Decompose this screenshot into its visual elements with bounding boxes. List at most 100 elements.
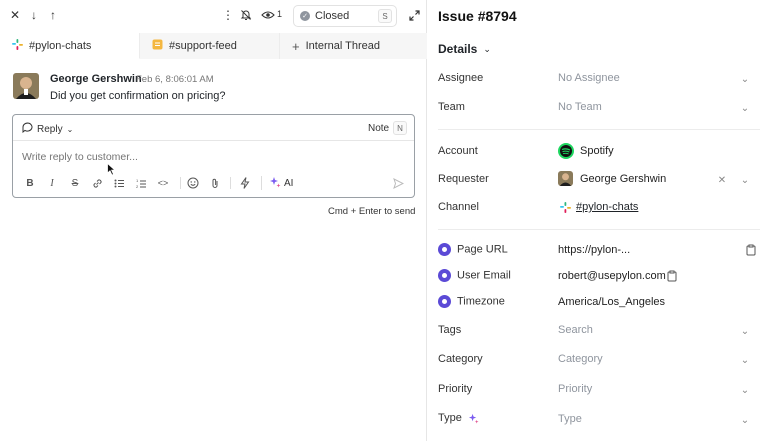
chevron-down-icon[interactable]: ⌄ [739, 384, 751, 396]
channel-link[interactable]: #pylon-chats [576, 201, 638, 213]
reply-mode-dropdown[interactable]: Reply ⌄ [22, 122, 73, 136]
send-shortcut-hint: Cmd + Enter to send [328, 206, 416, 217]
issue-title: Issue #8794 [438, 8, 517, 24]
code-icon[interactable]: <> [156, 176, 170, 190]
spotify-icon [558, 143, 574, 162]
team-label: Team [438, 101, 465, 113]
chevron-down-icon[interactable]: ⌄ [739, 414, 751, 426]
requester-dropdown[interactable]: George Gershwin [580, 173, 666, 185]
details-heading: Details [438, 42, 478, 56]
closed-status-icon: ✓ [300, 11, 310, 21]
requester-label: Requester [438, 173, 489, 185]
type-label: Type [438, 412, 479, 424]
emoji-icon[interactable] [186, 176, 200, 190]
sparkle-icon [468, 412, 479, 424]
tab-pylon-chats[interactable]: #pylon-chats [0, 33, 140, 59]
assignee-dropdown[interactable]: No Assignee [558, 72, 620, 84]
conversation-pane: ✕ ↓ ↑ ⋮ 1 ✓ Closed S #pylon-chats #suppo… [0, 0, 427, 441]
strikethrough-icon[interactable]: S [68, 176, 82, 190]
type-dropdown[interactable]: Type [558, 413, 582, 425]
section-divider [438, 229, 760, 230]
attachment-icon[interactable] [208, 176, 222, 190]
timezone-value: America/Los_Angeles [558, 296, 666, 308]
plus-icon: + [292, 38, 300, 54]
timezone-label: Timezone [438, 295, 505, 308]
tags-search-input[interactable]: Search [558, 324, 593, 336]
tab-label: Internal Thread [305, 40, 380, 52]
bell-off-icon[interactable] [239, 8, 253, 22]
clear-icon[interactable]: ✕ [716, 174, 728, 186]
category-label: Category [438, 353, 483, 365]
user-email-label: User Email [438, 269, 511, 282]
toolbar-divider [230, 177, 231, 189]
copy-icon[interactable] [666, 270, 678, 282]
status-dropdown[interactable]: ✓ Closed S [293, 5, 397, 27]
avatar[interactable] [13, 73, 39, 99]
note-toggle[interactable]: Note [368, 123, 389, 134]
eye-icon[interactable] [260, 8, 276, 22]
reply-input[interactable] [22, 151, 402, 163]
send-icon[interactable] [391, 176, 405, 190]
user-email-value[interactable]: robert@usepylon.com [558, 270, 666, 282]
numbered-list-icon[interactable]: 12 [134, 176, 148, 190]
channel-tabs: #pylon-chats #support-feed + Internal Th… [0, 33, 427, 59]
account-link[interactable]: Spotify [580, 145, 614, 157]
tab-label: #pylon-chats [29, 39, 92, 52]
chat-bubble-icon [22, 122, 33, 136]
toolbar-divider [261, 176, 262, 190]
chevron-down-icon[interactable]: ⌄ [739, 102, 751, 114]
copy-icon[interactable] [745, 244, 757, 256]
details-section-toggle[interactable]: Details ⌄ [438, 42, 491, 56]
ai-button[interactable]: AI [269, 176, 293, 191]
chevron-down-icon: ⌄ [483, 43, 491, 54]
avatar [558, 171, 573, 186]
priority-label: Priority [438, 383, 473, 395]
assignee-label: Assignee [438, 72, 484, 84]
tab-label: #support-feed [169, 40, 237, 52]
note-icon [152, 39, 163, 53]
chevron-down-icon[interactable]: ⌄ [739, 325, 751, 337]
link-icon[interactable] [90, 176, 104, 190]
toolbar-divider [180, 177, 181, 189]
conversation-toolbar: ✕ ↓ ↑ ⋮ 1 ✓ Closed S [0, 0, 427, 32]
chevron-down-icon[interactable]: ⌄ [739, 354, 751, 366]
channel-label: Channel [438, 201, 479, 213]
mouse-cursor-icon [107, 162, 117, 179]
chevron-down-icon[interactable]: ⌄ [739, 73, 751, 85]
expand-icon[interactable] [407, 8, 421, 22]
page-url-label: Page URL [438, 243, 508, 256]
svg-text:2: 2 [136, 184, 139, 189]
ai-label: AI [284, 178, 294, 189]
section-divider [438, 129, 760, 130]
reply-composer: Reply ⌄ Note N B I S 12 <> [12, 114, 415, 198]
watchers-count: 1 [277, 9, 283, 19]
issue-details-pane: Issue #8794 Details ⌄ Assignee No Assign… [428, 0, 768, 441]
message-timestamp: Feb 6, 8:06:01 AM [136, 74, 214, 85]
arrow-down-icon[interactable]: ↓ [27, 8, 41, 22]
custom-field-icon [438, 243, 451, 256]
message-author: George Gershwin [50, 73, 142, 85]
bold-icon[interactable]: B [23, 176, 37, 190]
arrow-up-icon[interactable]: ↑ [46, 8, 60, 22]
category-dropdown[interactable]: Category [558, 353, 603, 365]
chevron-down-icon: ⌄ [66, 124, 74, 134]
account-label: Account [438, 145, 478, 157]
tab-internal-thread[interactable]: + Internal Thread [280, 33, 427, 59]
composer-header: Reply ⌄ Note N [13, 115, 414, 141]
close-icon[interactable]: ✕ [8, 8, 22, 22]
more-icon[interactable]: ⋮ [221, 8, 235, 22]
page-url-value[interactable]: https://pylon-... [558, 244, 630, 256]
lightning-icon[interactable] [238, 176, 252, 190]
custom-field-icon [438, 269, 451, 282]
tags-label: Tags [438, 324, 462, 336]
tab-support-feed[interactable]: #support-feed [140, 33, 280, 59]
svg-text:1: 1 [136, 178, 139, 183]
sparkle-icon [269, 176, 281, 191]
message-text: Did you get confirmation on pricing? [50, 90, 226, 102]
italic-icon[interactable]: I [45, 176, 59, 190]
note-shortcut: N [393, 121, 407, 135]
chevron-down-icon[interactable]: ⌄ [739, 174, 751, 186]
status-shortcut: S [378, 9, 392, 23]
team-dropdown[interactable]: No Team [558, 101, 602, 113]
priority-dropdown[interactable]: Priority [558, 383, 592, 395]
